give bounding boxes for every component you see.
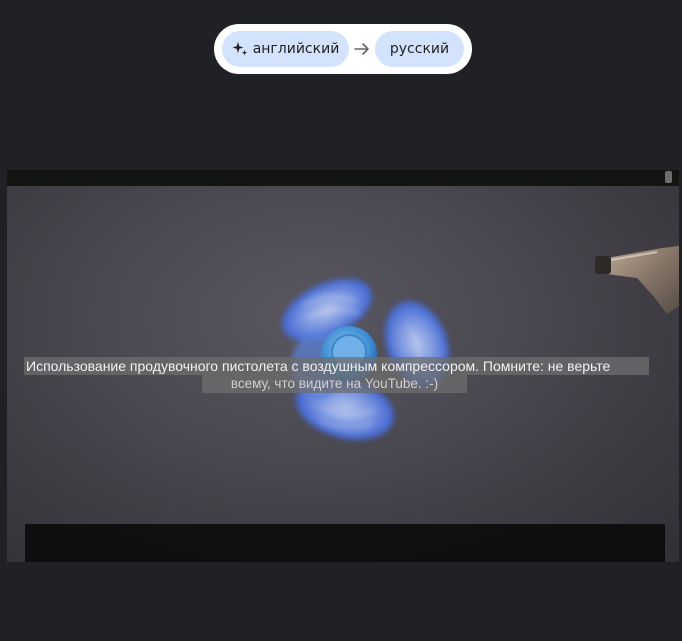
caption-line-1: Использование продувочного пистолета с в… xyxy=(24,357,649,375)
page: английский русский Использование продуво… xyxy=(0,0,682,641)
target-language-label: русский xyxy=(389,41,450,57)
target-language-chip[interactable]: русский xyxy=(375,31,464,67)
video-top-bar xyxy=(7,170,679,186)
caption-background xyxy=(25,524,665,562)
caption-line-2: всему, что видите на YouTube. :-) xyxy=(202,375,467,393)
more-vertical-icon[interactable] xyxy=(665,171,672,183)
source-language-label: английский xyxy=(252,41,340,57)
sparkle-icon xyxy=(232,42,247,56)
arrow-right-icon xyxy=(354,43,369,55)
source-language-chip[interactable]: английский xyxy=(222,31,349,67)
translation-language-pill: английский русский xyxy=(214,24,472,74)
